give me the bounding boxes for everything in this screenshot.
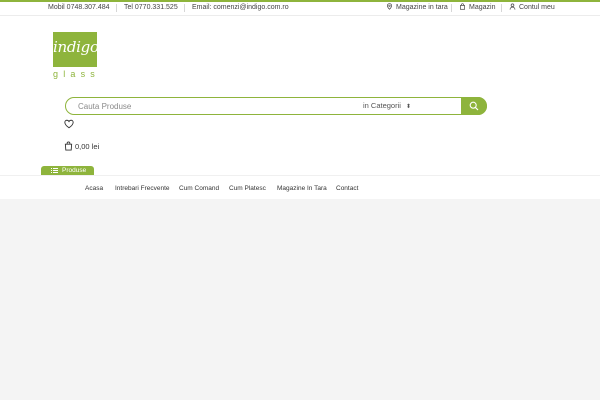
- stores-country-link[interactable]: Magazine in tara: [386, 2, 448, 13]
- category-selected-label: in Categorii: [363, 101, 401, 110]
- account-link[interactable]: Contul meu: [509, 2, 555, 13]
- products-menu-button[interactable]: Produse: [41, 166, 94, 175]
- user-icon: [509, 3, 516, 10]
- logo-word: indigo: [53, 38, 99, 56]
- stores-country-label: Magazine in tara: [396, 4, 448, 11]
- nav-item-cum-platesc[interactable]: Cum Platesc: [229, 183, 266, 195]
- topbar: Mobil 0748.307.484 Tel 0770.331.525 Emai…: [0, 2, 600, 13]
- email-link[interactable]: Email: comenzi@indigo.com.ro: [192, 2, 289, 13]
- search-input[interactable]: [78, 99, 348, 113]
- content-area: [0, 199, 600, 400]
- search-icon: [469, 101, 479, 111]
- logo-green-box: indigo: [53, 32, 99, 67]
- search-bar: in Categorii ⬍: [65, 97, 487, 115]
- nav-divider-line: [0, 175, 600, 176]
- account-label: Contul meu: [519, 4, 555, 11]
- shopping-bag-icon: [460, 3, 465, 10]
- cart-total: 0,00 lei: [75, 142, 100, 151]
- topbar-divider: [501, 4, 502, 12]
- products-menu-label: Produse: [62, 167, 87, 174]
- heart-icon[interactable]: [64, 119, 74, 129]
- nav-item-cum-comand[interactable]: Cum Comand: [179, 183, 219, 195]
- nav-item-magazine-in-tara[interactable]: Magazine In Tara: [277, 183, 327, 195]
- mini-cart[interactable]: 0,00 lei: [64, 136, 99, 151]
- tel-phone-link[interactable]: Tel 0770.331.525: [124, 2, 178, 13]
- topbar-divider: [116, 4, 117, 12]
- topbar-divider-line: [0, 15, 600, 16]
- list-icon: [51, 168, 58, 173]
- location-pin-icon: [387, 3, 392, 10]
- topbar-divider: [451, 4, 452, 12]
- topbar-divider: [184, 4, 185, 12]
- select-arrows-icon: ⬍: [405, 104, 411, 110]
- nav-item-intrebari-frecvente[interactable]: Intrebari Frecvente: [115, 183, 170, 195]
- nav-item-acasa[interactable]: Acasa: [85, 183, 103, 195]
- logo-subtitle: glass: [53, 69, 101, 79]
- mobile-phone-link[interactable]: Mobil 0748.307.484: [48, 2, 110, 13]
- shop-label: Magazin: [469, 4, 496, 11]
- search-button[interactable]: [461, 97, 487, 115]
- shop-link[interactable]: Magazin: [459, 2, 495, 13]
- cart-bag-icon: [64, 141, 73, 151]
- indigo-glass-logo[interactable]: indigo glass: [53, 32, 101, 80]
- category-select[interactable]: in Categorii ⬍: [363, 98, 411, 114]
- nav-item-contact[interactable]: Contact: [336, 183, 358, 195]
